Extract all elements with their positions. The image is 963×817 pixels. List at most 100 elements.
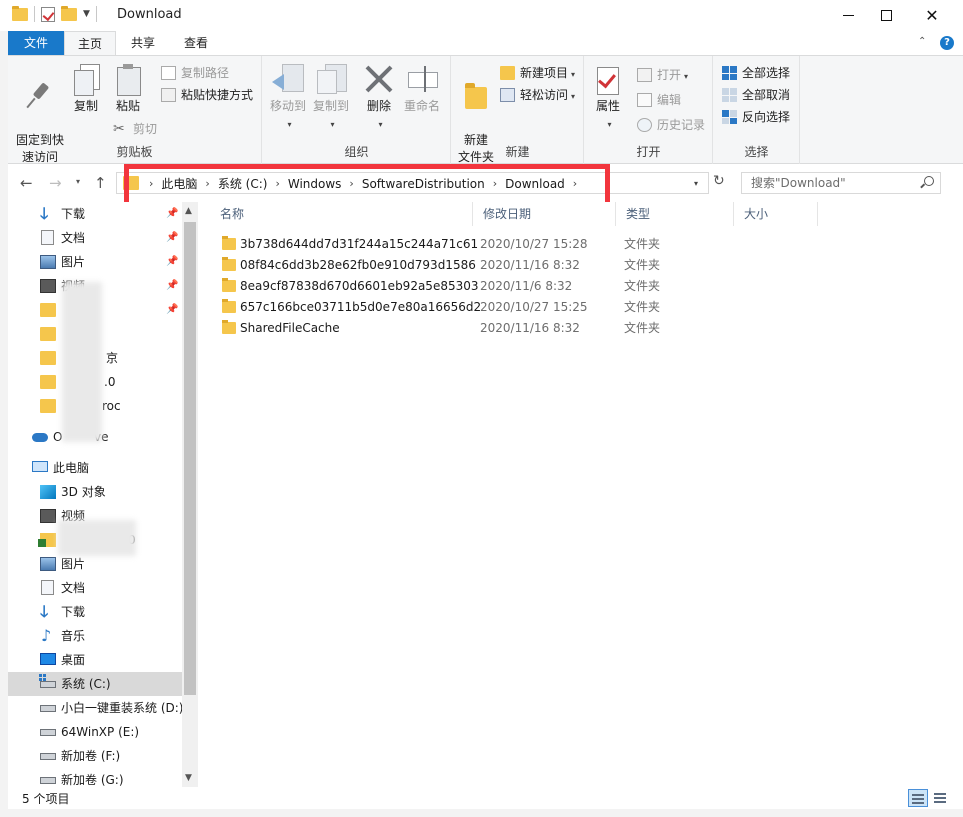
- nav-item-downloads[interactable]: 下载: [8, 600, 182, 624]
- nav-pane-scrollbar[interactable]: ▲ ▼: [182, 202, 198, 787]
- organize-group-label: 组织: [344, 145, 369, 159]
- status-bar: 5 个项目: [8, 787, 963, 809]
- nav-item-music[interactable]: ♪ 音乐: [8, 624, 182, 648]
- pin-icon[interactable]: 📌: [166, 298, 178, 322]
- scissors-icon: [113, 119, 128, 139]
- search-input[interactable]: 搜索"Download": [741, 172, 941, 194]
- nav-item-e-drive[interactable]: 64WinXP (E:): [8, 720, 182, 744]
- close-button[interactable]: ✕: [909, 0, 955, 31]
- tab-view[interactable]: 查看: [172, 31, 220, 55]
- select-all-button[interactable]: 全部选择: [722, 63, 790, 83]
- scroll-up-chevron-icon[interactable]: ▲: [185, 206, 192, 216]
- nav-item-this-pc[interactable]: 此电脑: [8, 456, 182, 480]
- back-arrow-icon[interactable]: ←: [20, 174, 33, 192]
- large-icons-view-icon[interactable]: [931, 789, 951, 807]
- copy-path-icon: [161, 66, 176, 80]
- column-header-name[interactable]: 名称: [210, 202, 473, 226]
- folder-icon: [40, 375, 56, 389]
- pictures-icon: [40, 557, 56, 571]
- document-icon: [41, 230, 54, 245]
- tab-file[interactable]: 文件: [8, 31, 64, 55]
- scroll-down-chevron-icon[interactable]: ▼: [185, 773, 192, 783]
- refresh-icon[interactable]: ↻: [713, 173, 725, 189]
- move-to-icon: [272, 64, 304, 94]
- tab-home[interactable]: 主页: [64, 31, 116, 56]
- windows-drive-icon: [39, 674, 56, 688]
- nav-item-c-drive[interactable]: 系统 (C:): [8, 672, 182, 696]
- history-button[interactable]: 历史记录: [637, 115, 705, 135]
- history-clock-icon: [637, 118, 652, 132]
- edit-button[interactable]: 编辑: [637, 90, 681, 110]
- select-group: 全部选择 全部取消 反向选择 选择: [714, 56, 800, 164]
- copy-to-button[interactable]: 复制到 ▾: [310, 64, 352, 133]
- pin-icon: [24, 81, 56, 111]
- close-icon: ✕: [925, 6, 939, 25]
- new-folder-icon[interactable]: [61, 5, 77, 21]
- nav-item-d-drive[interactable]: 小白一键重装系统 (D:): [8, 696, 183, 720]
- recent-locations-chevron-icon[interactable]: ▾: [76, 177, 80, 186]
- nav-item-desktop[interactable]: 桌面: [8, 648, 182, 672]
- nav-item-pictures[interactable]: 图片 📌: [8, 250, 182, 274]
- minimize-icon: [842, 15, 854, 16]
- pin-icon[interactable]: 📌: [166, 226, 178, 250]
- column-header-date-modified[interactable]: 修改日期: [473, 202, 616, 226]
- item-count: 5 个项目: [22, 792, 70, 806]
- pin-icon[interactable]: 📌: [166, 274, 178, 298]
- properties-button[interactable]: 属性 ▾: [591, 64, 625, 133]
- table-row[interactable]: 657c166bce03711b5d0e7e80a16656d2 2020/10…: [218, 297, 738, 318]
- ribbon: 固定到快 速访问 复制 粘贴 复制路径 粘贴快捷方式 剪切 剪贴板 移动到▾: [8, 55, 963, 164]
- column-header-type[interactable]: 类型: [616, 202, 734, 226]
- table-row[interactable]: 8ea9cf87838d670d6601eb92a5e85303 2020/11…: [218, 276, 738, 297]
- table-row[interactable]: 08f84c6dd3b28e62fb0e910d793d1586 2020/11…: [218, 255, 738, 276]
- select-none-button[interactable]: 全部取消: [722, 85, 790, 105]
- nav-item-documents[interactable]: 文档 📌: [8, 226, 182, 250]
- details-view-icon[interactable]: [908, 789, 928, 807]
- table-row[interactable]: 3b738d644dd7d31f244a15c244a71c61 2020/10…: [218, 234, 738, 255]
- copy-button[interactable]: 复制: [68, 64, 104, 115]
- open-button[interactable]: 打开 ▾: [637, 65, 688, 85]
- table-row[interactable]: SharedFileCache 2020/11/16 8:32 文件夹: [218, 318, 738, 339]
- invert-selection-button[interactable]: 反向选择: [722, 107, 790, 127]
- maximize-button[interactable]: [863, 0, 909, 31]
- up-arrow-icon[interactable]: ↑: [94, 174, 107, 192]
- dropdown-chevron-icon: ▾: [287, 120, 292, 129]
- customize-toolbar-chevron-icon[interactable]: ▼: [83, 9, 90, 19]
- pin-icon[interactable]: 📌: [166, 202, 178, 226]
- search-placeholder: 搜索"Download": [751, 176, 846, 190]
- help-icon[interactable]: ?: [940, 36, 954, 50]
- delete-button[interactable]: 删除 ▾: [361, 64, 397, 133]
- nav-item-documents[interactable]: 文档: [8, 576, 182, 600]
- scrollbar-thumb[interactable]: [184, 222, 196, 695]
- paste-shortcut-button[interactable]: 粘贴快捷方式: [161, 85, 253, 105]
- copy-path-button[interactable]: 复制路径: [161, 63, 229, 83]
- cut-button[interactable]: 剪切: [113, 119, 157, 139]
- pin-icon[interactable]: 📌: [166, 250, 178, 274]
- easy-access-button[interactable]: 轻松访问 ▾: [500, 85, 575, 105]
- select-none-icon: [722, 88, 737, 102]
- folder-icon: [222, 278, 236, 292]
- properties-icon[interactable]: [41, 6, 55, 22]
- nav-item-g-drive[interactable]: 新加卷 (G:): [8, 768, 182, 787]
- move-to-button[interactable]: 移动到 ▾: [268, 64, 308, 133]
- drive-icon: [40, 705, 56, 712]
- folder-icon: [40, 303, 56, 317]
- forward-arrow-icon[interactable]: →: [49, 174, 62, 192]
- column-header-size[interactable]: 大小: [734, 202, 818, 226]
- dropdown-chevron-icon: ▾: [571, 92, 576, 101]
- nav-item-downloads[interactable]: 下载 📌: [8, 202, 182, 226]
- delete-x-icon: [363, 64, 395, 94]
- file-type: 文件夹: [624, 321, 661, 335]
- download-arrow-icon: [40, 605, 56, 619]
- select-group-label: 选择: [744, 145, 769, 159]
- address-history-chevron-icon[interactable]: ▾: [694, 179, 698, 188]
- new-item-button[interactable]: 新建项目 ▾: [500, 63, 575, 83]
- collapse-ribbon-chevron-icon[interactable]: ⌃: [918, 36, 926, 47]
- dropdown-chevron-icon: ▾: [571, 70, 576, 79]
- nav-item-f-drive[interactable]: 新加卷 (F:): [8, 744, 182, 768]
- tab-share[interactable]: 共享: [120, 31, 166, 55]
- nav-item-3d-objects[interactable]: 3D 对象: [8, 480, 182, 504]
- title-bar: ▼ Download ✕: [0, 0, 963, 31]
- file-name: 8ea9cf87838d670d6601eb92a5e85303: [240, 279, 479, 293]
- paste-button[interactable]: 粘贴: [110, 64, 146, 115]
- rename-button[interactable]: 重命名: [401, 64, 443, 115]
